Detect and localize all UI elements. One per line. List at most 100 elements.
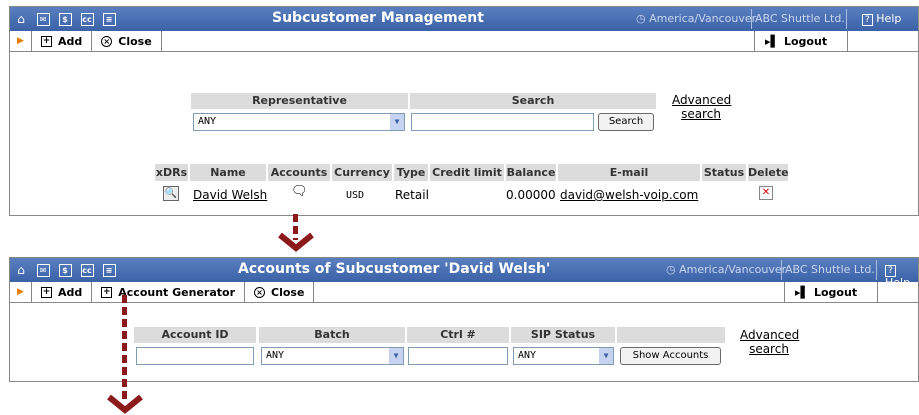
add-label: Add xyxy=(58,285,83,299)
home-icon[interactable]: ⌂ xyxy=(10,258,32,282)
dollar-icon[interactable]: $ xyxy=(54,258,76,282)
subcustomer-management-panel: ⌂ ✉ $ cc ≡ Subcustomer Management ◷ Amer… xyxy=(9,6,919,216)
logout-label: Logout xyxy=(783,34,828,48)
search-header: Search xyxy=(410,93,656,109)
toolbar-marker-icon: ▶ xyxy=(10,282,32,302)
mail-icon[interactable]: ✉ xyxy=(32,258,54,282)
type-value: Retail xyxy=(395,188,429,202)
title-bar: ⌂ ✉ $ cc ≡ Accounts of Subcustomer 'Davi… xyxy=(10,258,918,289)
balance-value: 0.00000 xyxy=(506,188,556,202)
subcustomer-name-link[interactable]: David Welsh xyxy=(193,188,267,202)
currency-value: USD xyxy=(346,190,365,201)
list-icon[interactable]: ≡ xyxy=(98,258,120,282)
mail-icon[interactable]: ✉ xyxy=(32,7,54,31)
col-name: Name xyxy=(190,164,266,181)
close-label: Close xyxy=(118,34,152,48)
flow-arrow-head-icon xyxy=(278,232,314,252)
company-name: ABC Shuttle Ltd. xyxy=(785,263,875,276)
account-generator-label: Account Generator xyxy=(118,285,235,299)
dollar-icon[interactable]: $ xyxy=(54,7,76,31)
logout-label: Logout xyxy=(813,285,858,299)
chevron-down-icon: ▼ xyxy=(390,114,404,130)
sip-status-value: ANY xyxy=(518,350,537,361)
col-accounts: Accounts xyxy=(268,164,330,181)
accounts-panel: ⌂ ✉ $ cc ≡ Accounts of Subcustomer 'Davi… xyxy=(9,257,919,382)
account-id-input[interactable] xyxy=(136,347,254,365)
close-button[interactable]: × Close xyxy=(92,31,162,51)
plus-icon: + xyxy=(41,35,52,47)
close-button[interactable]: × Close xyxy=(245,282,315,302)
sip-status-select[interactable]: ANY ▼ xyxy=(513,347,614,365)
col-type: Type xyxy=(394,164,428,181)
col-xdrs: xDRs xyxy=(155,164,188,181)
advanced-label: Advanced xyxy=(740,328,800,342)
email-link[interactable]: david@welsh-voip.com xyxy=(560,188,698,202)
flow-arrow-line xyxy=(122,295,127,401)
search-input[interactable] xyxy=(411,113,594,131)
page-title: Subcustomer Management xyxy=(272,10,484,26)
advanced-search-link[interactable]: Advanced search xyxy=(672,93,732,121)
search-label: search xyxy=(681,107,721,121)
home-icon[interactable]: ⌂ xyxy=(10,7,32,31)
ctrl-header: Ctrl # xyxy=(407,327,509,343)
representative-select[interactable]: ANY ▼ xyxy=(193,113,405,131)
blank-header xyxy=(617,327,725,343)
advanced-search-link[interactable]: Advanced search xyxy=(740,328,800,356)
logout-button[interactable]: ▸▌ Logout xyxy=(784,282,878,302)
representative-header: Representative xyxy=(191,93,408,109)
accounts-icon[interactable]: 🗨 xyxy=(291,185,308,199)
add-label: Add xyxy=(58,34,83,48)
search-label: search xyxy=(749,342,789,356)
page-title: Accounts of Subcustomer 'David Welsh' xyxy=(238,261,551,277)
company-name: ABC Shuttle Ltd. xyxy=(755,12,845,25)
advanced-label: Advanced xyxy=(672,93,732,107)
list-icon[interactable]: ≡ xyxy=(98,7,120,31)
help-icon: ? xyxy=(862,14,873,26)
chevron-down-icon: ▼ xyxy=(599,348,613,364)
ctrl-input[interactable] xyxy=(408,347,508,365)
cc-icon[interactable]: cc xyxy=(76,7,98,31)
search-button[interactable]: Search xyxy=(598,113,654,131)
flow-arrow-head-icon xyxy=(107,394,143,414)
close-icon: × xyxy=(254,286,265,298)
col-credit-limit: Credit limit xyxy=(430,164,504,181)
add-button[interactable]: + Add xyxy=(32,282,93,302)
cc-icon[interactable]: cc xyxy=(76,258,98,282)
delete-icon[interactable]: ✕ xyxy=(759,186,773,200)
col-email: E-mail xyxy=(558,164,700,181)
logout-icon: ▸▌ xyxy=(795,285,809,299)
representative-value: ANY xyxy=(198,116,217,127)
logout-icon: ▸▌ xyxy=(765,34,779,48)
title-separator xyxy=(846,9,847,29)
account-id-header: Account ID xyxy=(134,327,256,343)
help-link[interactable]: ? Help xyxy=(862,12,901,26)
col-currency: Currency xyxy=(332,164,392,181)
timezone-label: America/Vancouver xyxy=(679,263,787,276)
toolbar: ▶ + Add × Close ▸▌ Logout xyxy=(10,31,918,52)
title-separator xyxy=(876,260,877,280)
close-icon: × xyxy=(101,35,113,47)
account-generator-button[interactable]: + Account Generator xyxy=(92,282,245,302)
generator-icon: + xyxy=(101,286,113,298)
show-accounts-button[interactable]: Show Accounts xyxy=(620,347,721,365)
sip-status-header: SIP Status xyxy=(511,327,615,343)
title-bar: ⌂ ✉ $ cc ≡ Subcustomer Management ◷ Amer… xyxy=(10,7,918,31)
timezone-link[interactable]: ◷ America/Vancouver xyxy=(666,263,786,276)
toolbar: ▶ + Add + Account Generator × Close ▸▌ Logou… xyxy=(10,282,918,303)
logout-button[interactable]: ▸▌ Logout xyxy=(754,31,848,51)
close-label: Close xyxy=(271,285,305,299)
batch-header: Batch xyxy=(259,327,405,343)
batch-select[interactable]: ANY ▼ xyxy=(261,347,404,365)
chevron-down-icon: ▼ xyxy=(389,348,403,364)
col-delete: Delete xyxy=(748,164,789,181)
timezone-label: America/Vancouver xyxy=(649,12,757,25)
toolbar-marker-icon: ▶ xyxy=(10,31,32,51)
plus-icon: + xyxy=(41,286,52,298)
col-status: Status xyxy=(702,164,746,181)
add-button[interactable]: + Add xyxy=(32,31,93,51)
title-separator xyxy=(781,260,782,280)
xdr-search-icon[interactable]: 🔍 xyxy=(163,186,179,201)
timezone-link[interactable]: ◷ America/Vancouver xyxy=(636,12,756,25)
batch-value: ANY xyxy=(266,350,285,361)
title-separator xyxy=(751,9,752,29)
